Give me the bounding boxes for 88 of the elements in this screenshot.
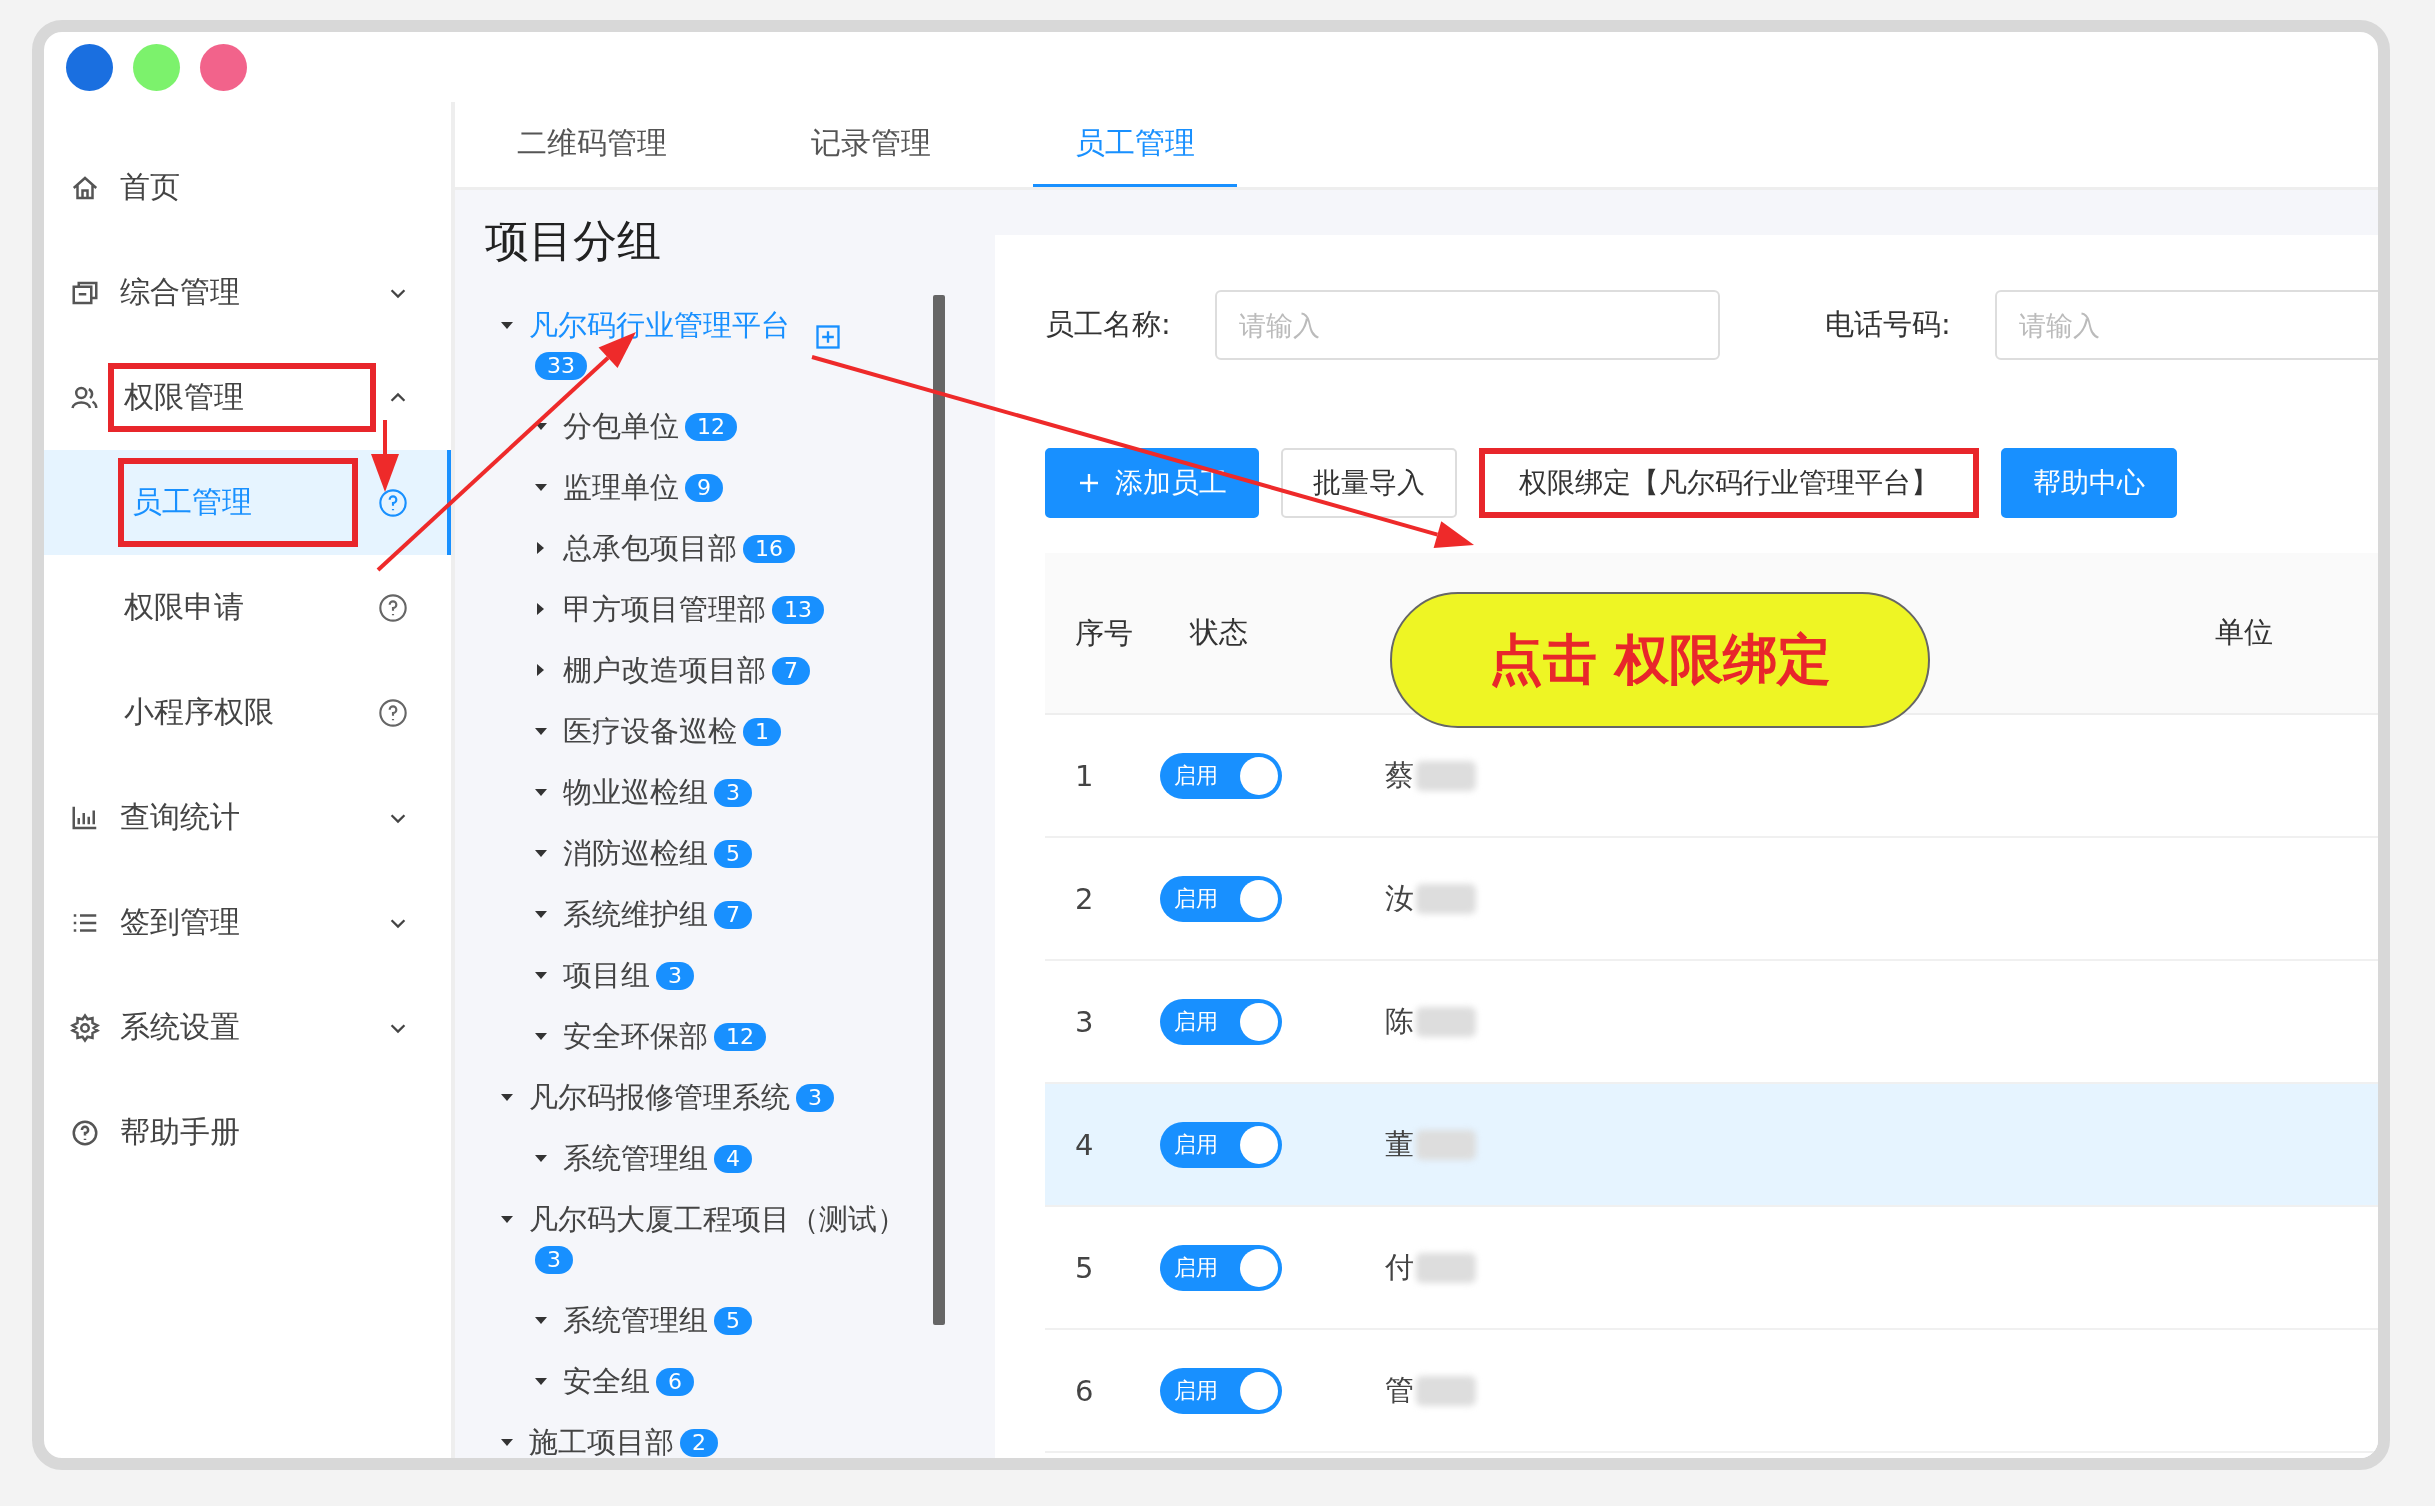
count-badge: 2 <box>680 1429 718 1457</box>
table-row[interactable]: 2 启用 汝 <box>1045 838 2378 961</box>
tree-node-label[interactable]: 凡尔码大厦工程项目（测试） <box>529 1202 906 1236</box>
count-badge: 6 <box>656 1368 694 1396</box>
table-cell: 6 <box>1075 1373 1094 1408</box>
table-cell: 5 <box>1075 1250 1094 1285</box>
tree-node-label[interactable]: 项目组 <box>563 958 650 992</box>
tree-node-label[interactable]: 安全组 <box>563 1364 650 1398</box>
tree-node-label[interactable]: 系统管理组 <box>563 1141 708 1175</box>
sidebar-item[interactable]: 综合管理 <box>44 240 451 345</box>
count-badge: 7 <box>714 901 752 929</box>
count-badge: 7 <box>772 657 810 685</box>
count-badge: 3 <box>714 779 752 807</box>
tree-node-label[interactable]: 施工项目部 <box>529 1425 674 1458</box>
count-badge: 5 <box>714 1307 752 1335</box>
tree-node-label[interactable]: 棚户改造项目部 <box>563 653 766 687</box>
tree-node-label[interactable]: 物业巡检组 <box>563 775 708 809</box>
table-cell: 2 <box>1075 881 1094 916</box>
scrollbar[interactable] <box>933 295 945 1325</box>
tree-node-label[interactable]: 凡尔码报修管理系统 <box>529 1080 790 1114</box>
sidebar-item[interactable]: 帮助手册 <box>44 1080 451 1185</box>
field-label: 电话号码: <box>1825 306 1952 343</box>
column-header: 单位 <box>2215 614 2274 651</box>
table-cell-text: 蔡 <box>1385 756 1414 794</box>
count-badge: 1 <box>743 718 781 746</box>
input-field[interactable]: 请输入 <box>1215 290 1720 360</box>
count-badge: 33 <box>535 352 587 380</box>
count-badge: 5 <box>714 840 752 868</box>
help-icon <box>377 487 409 519</box>
window-control[interactable] <box>200 43 247 91</box>
count-badge: 4 <box>714 1145 752 1173</box>
count-badge: 3 <box>656 962 694 990</box>
help-icon <box>377 697 409 729</box>
redaction-mark <box>1416 1375 1476 1406</box>
redaction-mark <box>1416 760 1476 791</box>
input-field[interactable]: 请输入 <box>1995 290 2378 360</box>
redaction-mark <box>1416 1252 1476 1283</box>
table-row[interactable]: 4 启用 董 <box>1045 1084 2378 1207</box>
callout-bubble: 点击 权限绑定 <box>1390 592 1930 728</box>
tab[interactable]: 记录管理 <box>769 123 973 187</box>
tree-node-label[interactable]: 消防巡检组 <box>563 836 708 870</box>
tree-node-label[interactable]: 医疗设备巡检 <box>563 714 737 748</box>
column-header: 序号 <box>1075 615 1134 652</box>
tree-node-label[interactable]: 监理单位 <box>563 470 679 504</box>
table-cell: 3 <box>1075 1004 1094 1039</box>
panel-title: 项目分组 <box>485 214 662 268</box>
table-row[interactable]: 6 启用 管 <box>1045 1330 2378 1453</box>
count-badge: 9 <box>685 474 723 502</box>
tree-node-label[interactable]: 总承包项目部 <box>563 531 737 565</box>
table-cell-text: 董 <box>1385 1125 1414 1163</box>
sidebar-item[interactable]: 系统设置 <box>44 975 451 1080</box>
button[interactable]: 批量导入 <box>1281 448 1457 518</box>
table-cell-text: 管 <box>1385 1371 1414 1409</box>
tree-node-label[interactable]: 系统维护组 <box>563 897 708 931</box>
plus-icon <box>1077 471 1101 495</box>
table-cell-text: 付 <box>1385 1248 1414 1286</box>
sidebar-item[interactable]: 权限管理 <box>44 345 451 450</box>
tree-node-label[interactable]: 安全环保部 <box>563 1019 708 1053</box>
column-header: 状态 <box>1190 614 1249 651</box>
count-badge: 3 <box>796 1084 834 1112</box>
redaction-mark <box>1416 883 1476 914</box>
table-cell-text: 汝 <box>1385 879 1414 917</box>
count-badge: 12 <box>714 1023 766 1051</box>
sidebar-item[interactable]: 小程序权限 <box>44 660 451 765</box>
count-badge: 13 <box>772 596 824 624</box>
tree-node-label[interactable]: 甲方项目管理部 <box>563 592 766 626</box>
count-badge: 12 <box>685 413 737 441</box>
table-row[interactable]: 5 启用 付 <box>1045 1207 2378 1330</box>
field-label: 员工名称: <box>1045 306 1172 343</box>
count-badge: 16 <box>743 535 795 563</box>
sidebar-item[interactable]: 权限申请 <box>44 555 451 660</box>
table-cell: 1 <box>1075 758 1094 793</box>
add-icon <box>814 323 842 351</box>
button[interactable]: 权限绑定【凡尔码行业管理平台】 <box>1479 448 1979 518</box>
window-control[interactable] <box>66 43 113 91</box>
help-icon <box>377 592 409 624</box>
sidebar-item[interactable]: 查询统计 <box>44 765 451 870</box>
sidebar-item[interactable]: 首页 <box>44 135 451 240</box>
table-cell: 4 <box>1075 1127 1094 1162</box>
redaction-mark <box>1416 1129 1476 1160</box>
sidebar-item[interactable]: 签到管理 <box>44 870 451 975</box>
tab[interactable]: 二维码管理 <box>475 123 709 187</box>
table-cell-text: 陈 <box>1385 1002 1414 1040</box>
tree-node-label[interactable]: 系统管理组 <box>563 1303 708 1337</box>
count-badge: 3 <box>535 1246 573 1274</box>
tree-node-label[interactable]: 分包单位 <box>563 409 679 443</box>
settings-icon <box>70 1012 100 1043</box>
redaction-mark <box>1416 1006 1476 1037</box>
